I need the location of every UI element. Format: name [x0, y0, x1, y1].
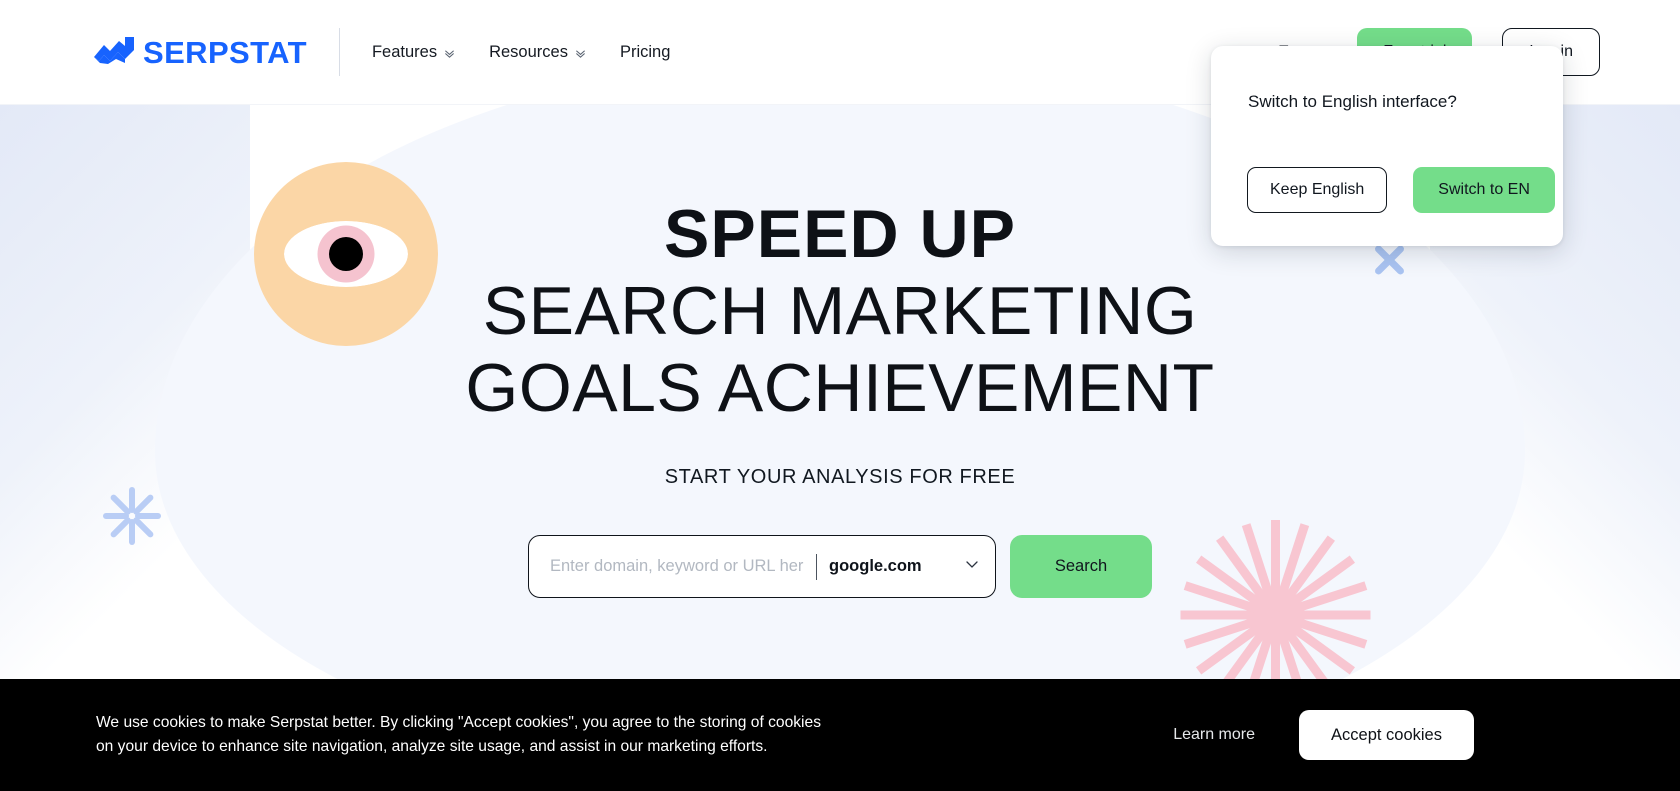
- language-popup-actions: Keep English Switch to EN: [1247, 167, 1555, 213]
- hero-headline-line2: SEARCH MARKETING: [482, 273, 1198, 350]
- chevron-down-icon: [575, 48, 586, 59]
- main-nav: Features Resources Pricing: [372, 43, 670, 62]
- cookie-banner: We use cookies to make Serpstat better. …: [0, 679, 1680, 791]
- logo[interactable]: SERPSTAT: [94, 37, 307, 68]
- hero-search-row: google.com Search: [0, 535, 1680, 599]
- keep-english-button[interactable]: Keep English: [1247, 167, 1388, 213]
- header-divider: [338, 28, 340, 76]
- cookie-text-line1: We use cookies to make Serpstat better. …: [96, 714, 821, 732]
- nav-label: Resources: [489, 42, 568, 61]
- switch-to-en-button[interactable]: Switch to EN: [1413, 167, 1555, 213]
- language-switch-popup: Switch to English interface? Keep Englis…: [1211, 46, 1563, 246]
- nav-item-pricing[interactable]: Pricing: [620, 43, 670, 62]
- logo-text: SERPSTAT: [143, 34, 307, 70]
- nav-item-resources[interactable]: Resources: [489, 43, 586, 62]
- cookie-banner-actions: Learn more Accept cookies: [1173, 710, 1474, 760]
- search-button[interactable]: Search: [1010, 535, 1152, 599]
- accept-cookies-button[interactable]: Accept cookies: [1299, 710, 1474, 760]
- search-divider: [815, 553, 817, 580]
- search-input[interactable]: [545, 557, 804, 577]
- cookie-text-line2: on your device to enhance site navigatio…: [96, 738, 768, 755]
- search-engine-value: google.com: [829, 557, 922, 576]
- search-engine-select[interactable]: google.com: [829, 557, 979, 576]
- nav-label: Pricing: [619, 42, 671, 61]
- nav-item-features[interactable]: Features: [372, 43, 455, 62]
- cookie-banner-text: We use cookies to make Serpstat better. …: [96, 711, 821, 758]
- learn-more-link[interactable]: Learn more: [1173, 726, 1255, 744]
- chevron-down-icon: [965, 557, 979, 576]
- search-box: google.com: [528, 535, 996, 599]
- hero-headline-line3: GOALS ACHIEVEMENT: [465, 350, 1215, 427]
- nav-label: Features: [371, 42, 438, 61]
- page-root: SERPSTAT Features Resources Pricing in S…: [0, 0, 1680, 791]
- language-popup-title: Switch to English interface?: [1248, 92, 1457, 111]
- chevron-down-icon: [444, 48, 455, 59]
- serpstat-logo-icon: [94, 37, 134, 67]
- hero-subtitle: START YOUR ANALYSIS FOR FREE: [664, 466, 1016, 489]
